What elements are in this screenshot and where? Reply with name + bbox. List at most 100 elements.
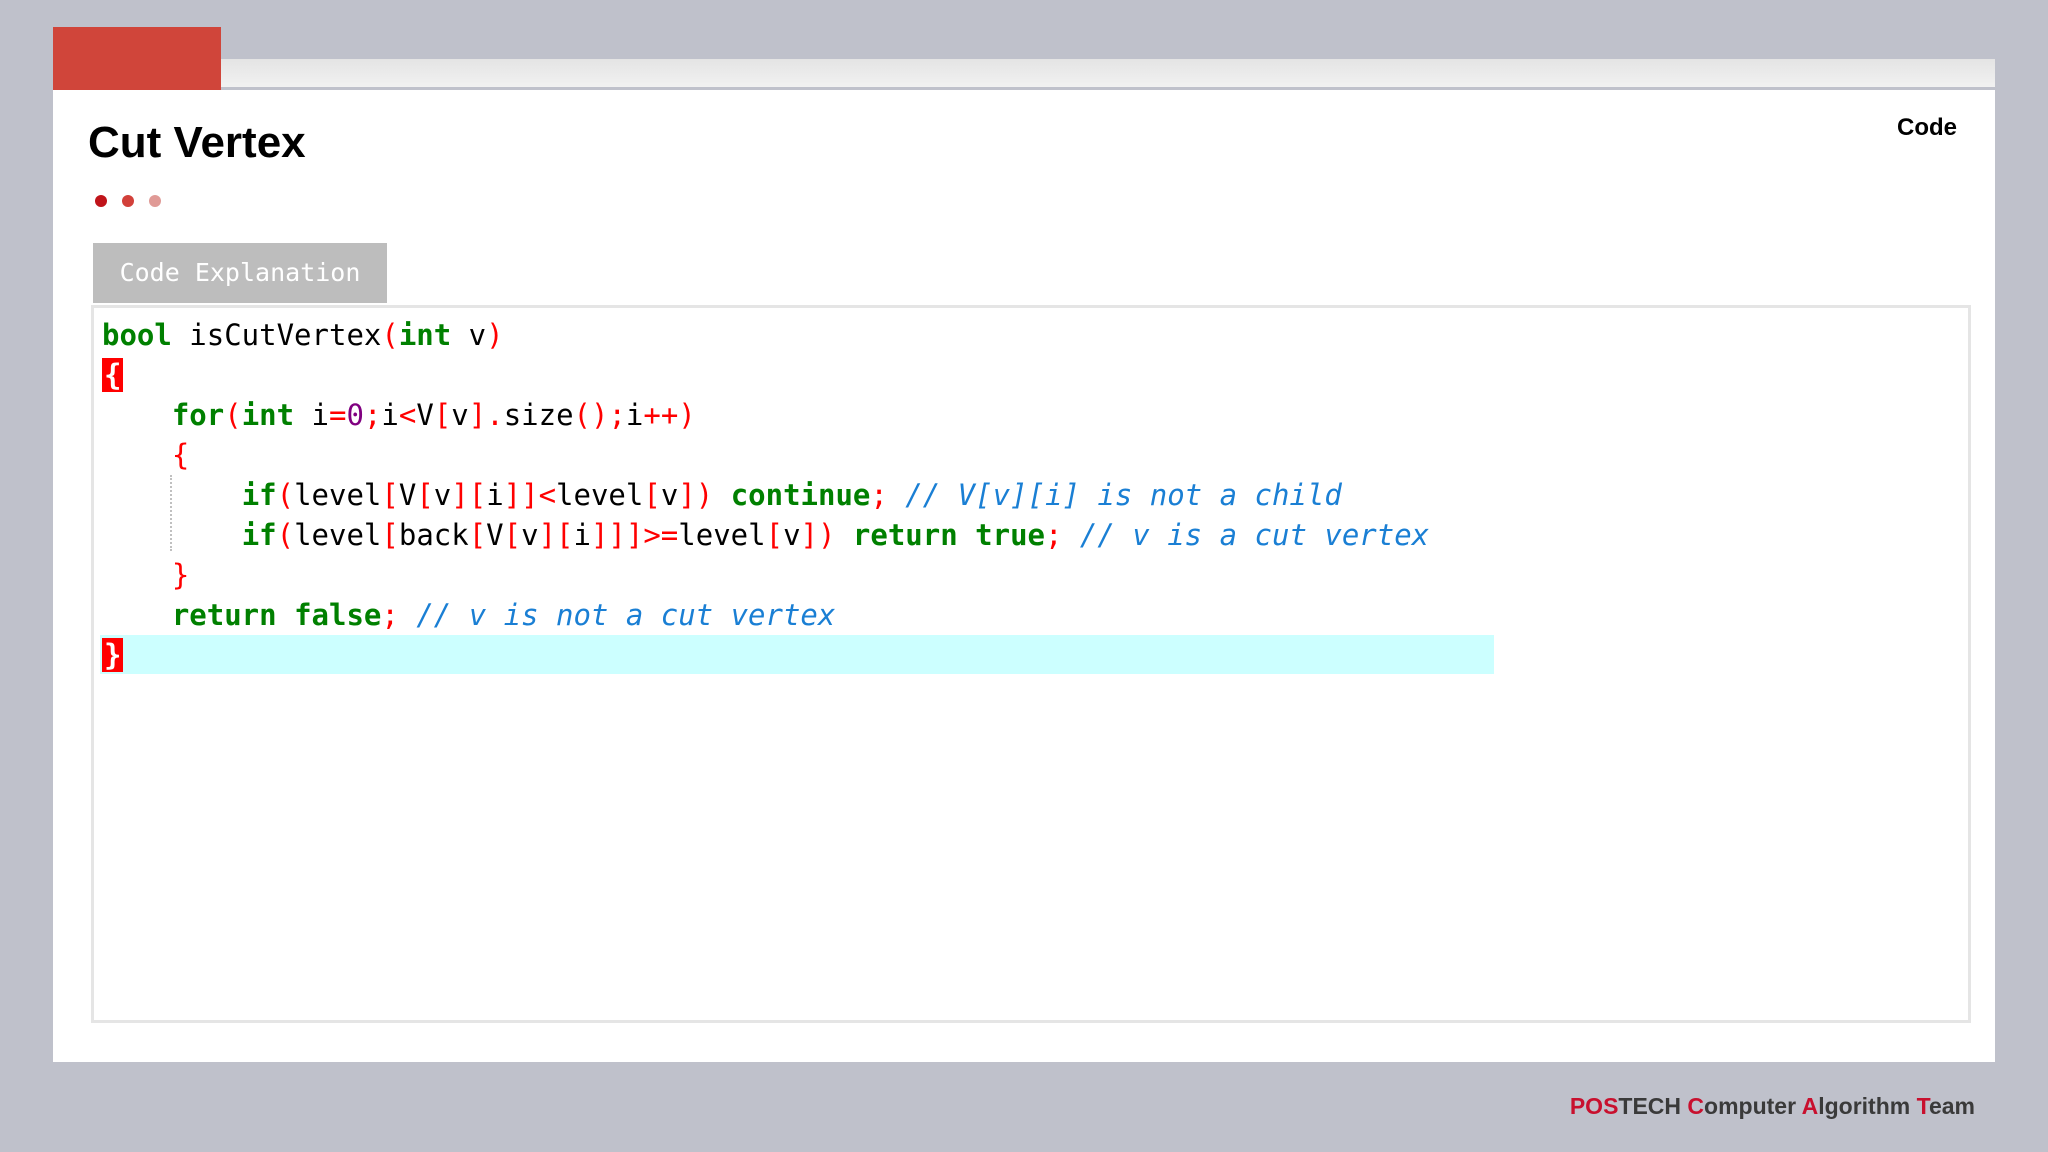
code-token: } <box>171 558 190 592</box>
dot-3 <box>149 195 161 207</box>
code-token: } <box>102 638 124 672</box>
code-token: ; <box>1045 518 1063 552</box>
code-line: if(level[back[V[v][i]]]>=level[v]) retur… <box>102 515 1429 555</box>
code-token: [ <box>765 518 784 552</box>
code-line: } <box>102 635 1429 675</box>
code-token: ( <box>276 518 295 552</box>
slide-title: Cut Vertex <box>88 118 306 167</box>
footer-credit: POSTECH Computer Algorithm Team <box>1570 1093 1975 1120</box>
code-token: { <box>171 438 190 472</box>
code-token: bool <box>102 318 172 352</box>
code-line: if(level[V[v][i]]<level[v]) continue; //… <box>102 475 1429 515</box>
code-token: v <box>451 318 487 352</box>
code-explanation-tab: Code Explanation <box>93 243 387 303</box>
footer-segment: A <box>1801 1093 1819 1119</box>
code-token: i <box>381 398 399 432</box>
code-token: return <box>171 598 277 632</box>
red-accent-tab <box>53 27 221 90</box>
footer-segment: TECH <box>1618 1093 1688 1119</box>
code-token: ++) <box>643 398 696 432</box>
code-token: v <box>783 518 801 552</box>
dot-1 <box>95 195 107 207</box>
code-token: if <box>241 478 277 512</box>
code-token: ( <box>224 398 242 432</box>
code-token: level <box>294 518 382 552</box>
code-token: ][ <box>538 518 574 552</box>
code-token: ][ <box>451 478 487 512</box>
footer-segment: omputer <box>1704 1093 1802 1119</box>
code-token: v <box>660 478 679 512</box>
code-token: i <box>486 478 504 512</box>
code-token: V <box>486 518 504 552</box>
code-token: false <box>294 598 382 632</box>
code-token: true <box>975 518 1045 552</box>
clipped-line: ... <box>210 681 280 685</box>
code-token: = <box>329 398 347 432</box>
code-token: ) <box>486 318 504 352</box>
code-token: (); <box>573 398 626 432</box>
code-token: level <box>556 478 644 512</box>
code-token: i <box>294 398 330 432</box>
code-line: { <box>102 355 1429 395</box>
code-line: } <box>102 555 1429 595</box>
code-token: ; <box>363 398 382 432</box>
code-token: i <box>625 398 644 432</box>
code-token: [ <box>643 478 661 512</box>
code-token: { <box>102 358 124 392</box>
top-strip <box>221 59 1995 87</box>
code-token: level <box>678 518 766 552</box>
footer-segment: T <box>1916 1093 1929 1119</box>
slide-page: Cut Vertex Code Code Explanation bool is… <box>0 0 2048 1152</box>
footer-segment: C <box>1687 1093 1705 1119</box>
code-token: int <box>398 318 452 352</box>
code-token: ]]]>= <box>590 518 679 552</box>
code-token: ]) <box>800 518 836 552</box>
code-token: V <box>416 398 434 432</box>
code-token: ; <box>381 598 399 632</box>
footer-segment: POS <box>1569 1093 1619 1119</box>
code-token: V <box>398 478 417 512</box>
dot-2 <box>122 195 134 207</box>
code-token: // V[v][i] is not a child <box>887 478 1342 512</box>
code-token: ]) <box>678 478 714 512</box>
code-token: // v is not a cut vertex <box>398 598 836 632</box>
code-token: v <box>433 478 452 512</box>
code-token: [ <box>381 478 399 512</box>
code-line: for(int i=0;i<V[v].size();i++) <box>102 395 1429 435</box>
code-token: [ <box>381 518 399 552</box>
code-token: [ <box>503 518 522 552</box>
code-token: [ <box>433 398 452 432</box>
code-token: // v is a cut vertex <box>1062 518 1430 552</box>
code-token: int <box>241 398 295 432</box>
code-line: bool isCutVertex(int v) <box>102 315 1429 355</box>
footer-segment: eam <box>1928 1093 1975 1119</box>
code-token: continue <box>730 478 871 512</box>
code-token: v <box>451 398 469 432</box>
section-label: Code <box>1897 114 1957 141</box>
code-token: return <box>852 518 958 552</box>
code-token: i <box>573 518 591 552</box>
code-token: size <box>503 398 574 432</box>
code-block: bool isCutVertex(int v){ for(int i=0;i<V… <box>102 315 1429 675</box>
code-token: ; <box>870 478 888 512</box>
code-token: [ <box>416 478 434 512</box>
code-line: { <box>102 435 1429 475</box>
code-token: if <box>241 518 277 552</box>
code-token: level <box>294 478 382 512</box>
code-token: < <box>398 398 417 432</box>
code-token: back <box>398 518 469 552</box>
code-token: ]]< <box>503 478 557 512</box>
code-token: v <box>521 518 539 552</box>
code-token: 0 <box>346 398 364 432</box>
code-token: for <box>171 398 225 432</box>
code-token: [ <box>468 518 487 552</box>
code-token: ( <box>381 318 399 352</box>
code-token: ]. <box>468 398 504 432</box>
footer-segment: lgorithm <box>1818 1093 1917 1119</box>
code-line: return false; // v is not a cut vertex <box>102 595 1429 635</box>
code-token: ( <box>276 478 295 512</box>
